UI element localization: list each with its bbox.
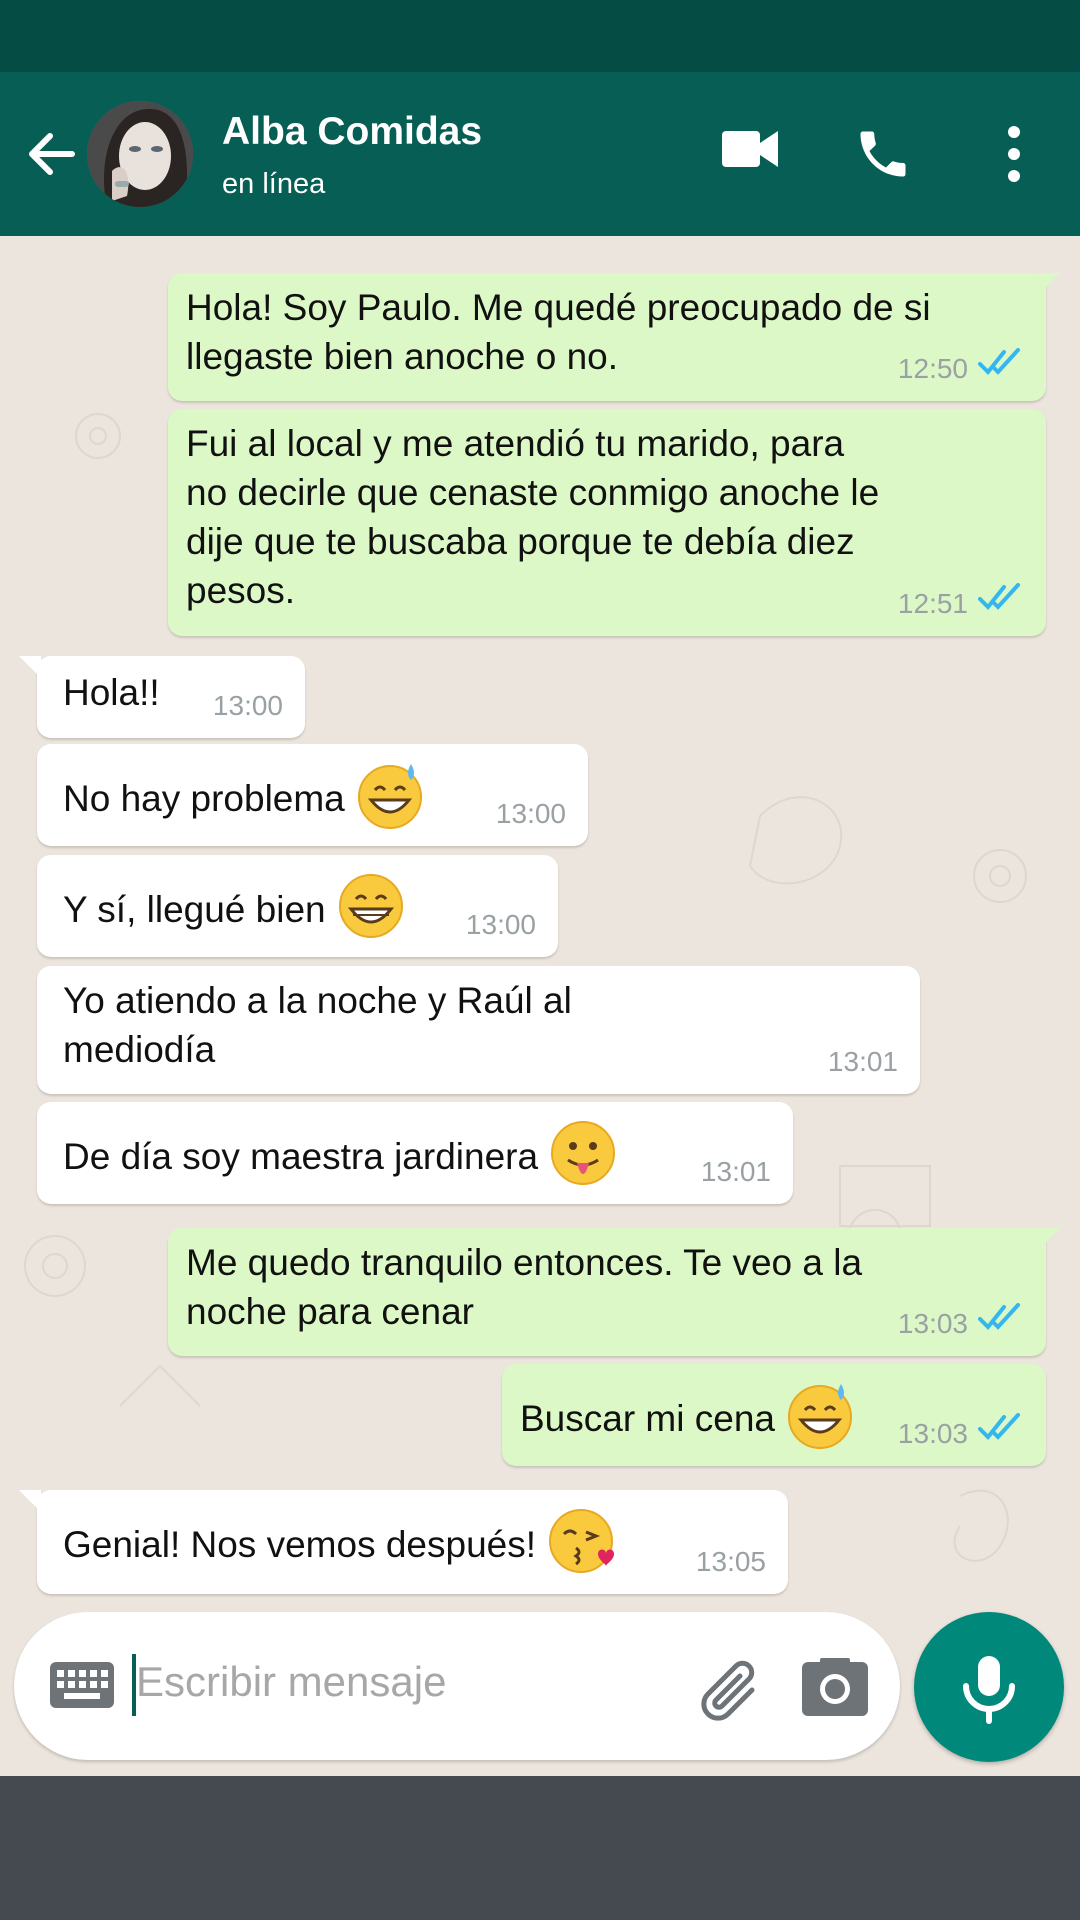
message-text: pesos. [186, 570, 296, 611]
mic-button[interactable] [914, 1612, 1064, 1762]
message-bubble-incoming[interactable]: Y sí, llegué bien 13:00 [37, 855, 558, 957]
message-bubble-incoming[interactable]: Yo atiendo a la noche y Raúl al mediodía… [37, 966, 920, 1094]
message-meta: 13:01 [701, 1147, 771, 1196]
bubble-tail [1038, 1228, 1060, 1250]
message-list[interactable]: Hola! Soy Paulo. Me quedé preocupado de … [0, 236, 1080, 1776]
camera-icon[interactable] [802, 1658, 868, 1716]
message-meta: 12:51 [898, 579, 1024, 628]
message-time: 13:00 [212, 690, 283, 721]
message-meta: 13:03 [898, 1409, 1024, 1458]
message-text: De día soy maestra jardinera [63, 1135, 539, 1177]
message-bubble-outgoing[interactable]: Me quedo tranquilo entonces. Te veo a la… [168, 1228, 1060, 1356]
status-bar [0, 0, 1080, 72]
message-time: 13:00 [495, 798, 566, 829]
message-text: Yo atiendo a la noche y Raúl al [63, 980, 572, 1021]
read-ticks-icon [978, 344, 1024, 393]
message-text: noche para cenar [186, 1291, 474, 1332]
chat-header: Alba Comidas en línea [0, 72, 1080, 236]
message-time: 12:50 [897, 353, 968, 384]
sweat-smile-emoji-icon [785, 1380, 855, 1462]
tongue-emoji-icon [548, 1118, 618, 1200]
message-time: 13:01 [700, 1156, 771, 1187]
message-text: Hola! Soy Paulo. Me quedé preocupado de … [186, 287, 931, 328]
more-vert-icon[interactable] [1000, 122, 1028, 186]
message-bubble-incoming[interactable]: Genial! Nos vemos después! 13:05 [19, 1490, 788, 1594]
message-meta: 13:00 [213, 681, 283, 730]
message-text: Genial! Nos vemos después! [63, 1523, 537, 1565]
message-time: 13:03 [897, 1418, 968, 1449]
message-time: 13:05 [695, 1546, 766, 1577]
attach-icon[interactable] [696, 1656, 768, 1728]
message-meta: 13:00 [496, 789, 566, 838]
video-call-icon[interactable] [722, 126, 778, 172]
sweat-smile-emoji-icon [355, 760, 425, 842]
message-time: 12:51 [897, 588, 968, 619]
message-time: 13:01 [827, 1046, 898, 1077]
message-bubble-incoming[interactable]: No hay problema 13:00 [37, 744, 588, 846]
bubble-tail [19, 656, 41, 678]
keyboard-icon[interactable] [50, 1662, 114, 1708]
message-meta: 13:01 [828, 1037, 898, 1086]
back-arrow-icon[interactable] [22, 126, 78, 182]
kiss-emoji-icon [546, 1506, 616, 1588]
message-time: 13:03 [897, 1308, 968, 1339]
bubble-tail [19, 1490, 41, 1512]
contact-name[interactable]: Alba Comidas [222, 110, 482, 154]
message-text: Hola!! [63, 672, 160, 713]
message-meta: 12:50 [898, 344, 1024, 393]
message-text: mediodía [63, 1029, 216, 1070]
message-input[interactable]: Escribir mensaje [136, 1658, 446, 1706]
message-text: llegaste bien anoche o no. [186, 336, 619, 377]
message-text: No hay problema [63, 777, 345, 819]
message-bubble-outgoing[interactable]: Buscar mi cena 13:03 [502, 1364, 1046, 1466]
avatar[interactable] [87, 101, 193, 207]
read-ticks-icon [978, 1409, 1024, 1458]
message-time: 13:00 [465, 909, 536, 940]
bubble-tail [1038, 273, 1060, 295]
message-bubble-outgoing[interactable]: Fui al local y me atendió tu marido, par… [168, 409, 1046, 636]
message-bubble-outgoing[interactable]: Hola! Soy Paulo. Me quedé preocupado de … [168, 273, 1060, 401]
grin-emoji-icon [336, 871, 406, 953]
message-text: Fui al local y me atendió tu marido, par… [186, 423, 845, 464]
contact-status: en línea [222, 168, 326, 200]
message-text: Y sí, llegué bien [63, 888, 326, 930]
message-bubble-incoming[interactable]: Hola!! 13:00 [19, 656, 305, 738]
message-text: Buscar mi cena [520, 1397, 775, 1439]
mic-icon [963, 1656, 1015, 1724]
message-meta: 13:05 [696, 1537, 766, 1586]
message-composer: Escribir mensaje [14, 1612, 900, 1760]
read-ticks-icon [978, 1299, 1024, 1348]
message-text: Me quedo tranquilo entonces. Te veo a la [186, 1242, 863, 1283]
message-meta: 13:03 [898, 1299, 1024, 1348]
message-text: no decirle que cenaste conmigo anoche le [186, 472, 880, 513]
read-ticks-icon [978, 579, 1024, 628]
system-nav-bar [0, 1776, 1080, 1920]
message-meta: 13:00 [466, 900, 536, 949]
message-bubble-incoming[interactable]: De día soy maestra jardinera 13:01 [37, 1102, 793, 1204]
message-text: dije que te buscaba porque te debía diez [186, 521, 855, 562]
phone-icon[interactable] [853, 124, 913, 184]
